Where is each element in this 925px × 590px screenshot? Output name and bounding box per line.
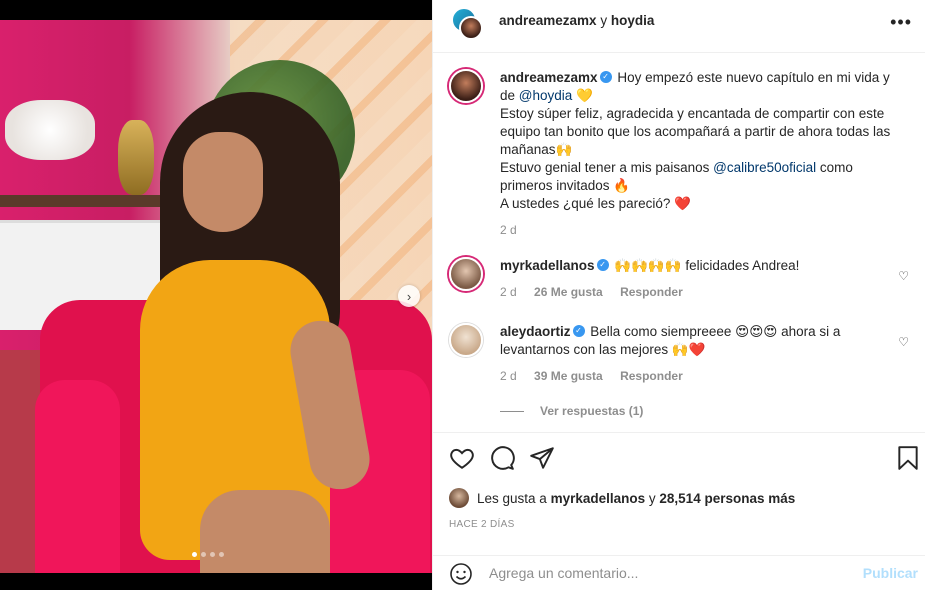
post-photo[interactable] — [0, 20, 432, 573]
mention-link[interactable]: @hoydia — [519, 88, 573, 103]
carousel-dot — [219, 552, 224, 557]
caption-time[interactable]: 2 d — [500, 223, 517, 237]
avatar[interactable] — [449, 323, 483, 357]
carousel-dot — [210, 552, 215, 557]
likes-summary: Les gusta a myrkadellanos y 28,514 perso… — [449, 488, 795, 508]
avatar[interactable] — [459, 16, 483, 40]
publish-button[interactable]: Publicar — [863, 565, 918, 581]
mention-link[interactable]: @calibre50oficial — [713, 160, 816, 175]
reply-button[interactable]: Responder — [620, 285, 683, 299]
header-conjunction: y — [600, 13, 608, 28]
red-heart-icon: ❤️ — [688, 342, 706, 357]
header-user1[interactable]: andreamezamx — [499, 13, 597, 28]
comment-likes[interactable]: 26 Me gusta — [534, 285, 603, 299]
raised-hands-icon: 🙌🙌🙌🙌 — [614, 258, 682, 273]
comment-text: felicidades Andrea! — [685, 258, 800, 273]
header-usernames: andreamezamx y hoydia — [499, 13, 654, 28]
add-comment-bar: Publicar — [433, 555, 925, 590]
comments-scroll[interactable]: andreamezamx ✓ Hoy empezó este nuevo capí… — [433, 53, 925, 431]
avatar[interactable] — [449, 69, 483, 103]
bookmark-icon[interactable] — [895, 445, 921, 471]
post-header: andreamezamx y hoydia ••• — [433, 0, 925, 53]
post-side-panel: andreamezamx y hoydia ••• andreamezamx ✓ … — [432, 0, 925, 590]
caption-line3a: Estuvo genial tener a mis paisanos — [500, 160, 710, 175]
comment-input[interactable] — [489, 561, 849, 585]
post-timestamp[interactable]: HACE 2 DÍAS — [449, 519, 515, 530]
fire-icon: 🔥 — [613, 178, 631, 193]
carousel-dot — [201, 552, 206, 557]
likes-middle: y — [648, 490, 656, 506]
reply-button[interactable]: Responder — [620, 369, 683, 383]
more-options-icon[interactable]: ••• — [890, 12, 912, 33]
carousel-next-button[interactable]: › — [398, 285, 420, 307]
emoji-icon[interactable] — [449, 562, 473, 586]
raised-hands-icon: 🙌 — [671, 342, 689, 357]
comment-like-icon[interactable]: ♡ — [898, 335, 909, 349]
comment-time[interactable]: 2 d — [500, 369, 517, 383]
caption-line4: A ustedes ¿qué les pareció? — [500, 196, 671, 211]
raised-hands-icon: 🙌 — [555, 142, 573, 157]
comment-username[interactable]: myrkadellanos — [500, 258, 595, 273]
share-icon[interactable] — [529, 445, 555, 471]
carousel-dot — [192, 552, 197, 557]
verified-icon: ✓ — [572, 325, 585, 338]
red-heart-icon: ❤️ — [674, 196, 691, 211]
view-replies-button[interactable]: Ver respuestas (1) — [500, 404, 643, 418]
avatar[interactable] — [449, 488, 469, 508]
likes-count[interactable]: 28,514 personas más — [659, 491, 795, 506]
comment-likes[interactable]: 39 Me gusta — [534, 369, 603, 383]
comment-icon[interactable] — [489, 445, 515, 471]
heart-icon[interactable] — [449, 445, 475, 471]
heart-eyes-icon: 😍😍😍 — [735, 324, 778, 339]
post-actions — [433, 432, 925, 484]
likes-prefix: Les gusta a — [477, 490, 547, 506]
post-media: › — [0, 0, 432, 590]
carousel-dots — [192, 552, 224, 557]
comment-like-icon[interactable]: ♡ — [898, 269, 909, 283]
verified-icon: ✓ — [599, 71, 612, 84]
yellow-heart-icon: 💛 — [576, 88, 593, 103]
comment-time[interactable]: 2 d — [500, 285, 517, 299]
comment-username[interactable]: aleydaortiz — [500, 324, 571, 339]
comment-text: Bella como siempreeee — [590, 324, 732, 339]
caption-username[interactable]: andreamezamx — [500, 70, 598, 85]
verified-icon: ✓ — [596, 259, 609, 272]
avatar[interactable] — [449, 257, 483, 291]
likes-user[interactable]: myrkadellanos — [551, 491, 646, 506]
header-user2[interactable]: hoydia — [611, 13, 655, 28]
